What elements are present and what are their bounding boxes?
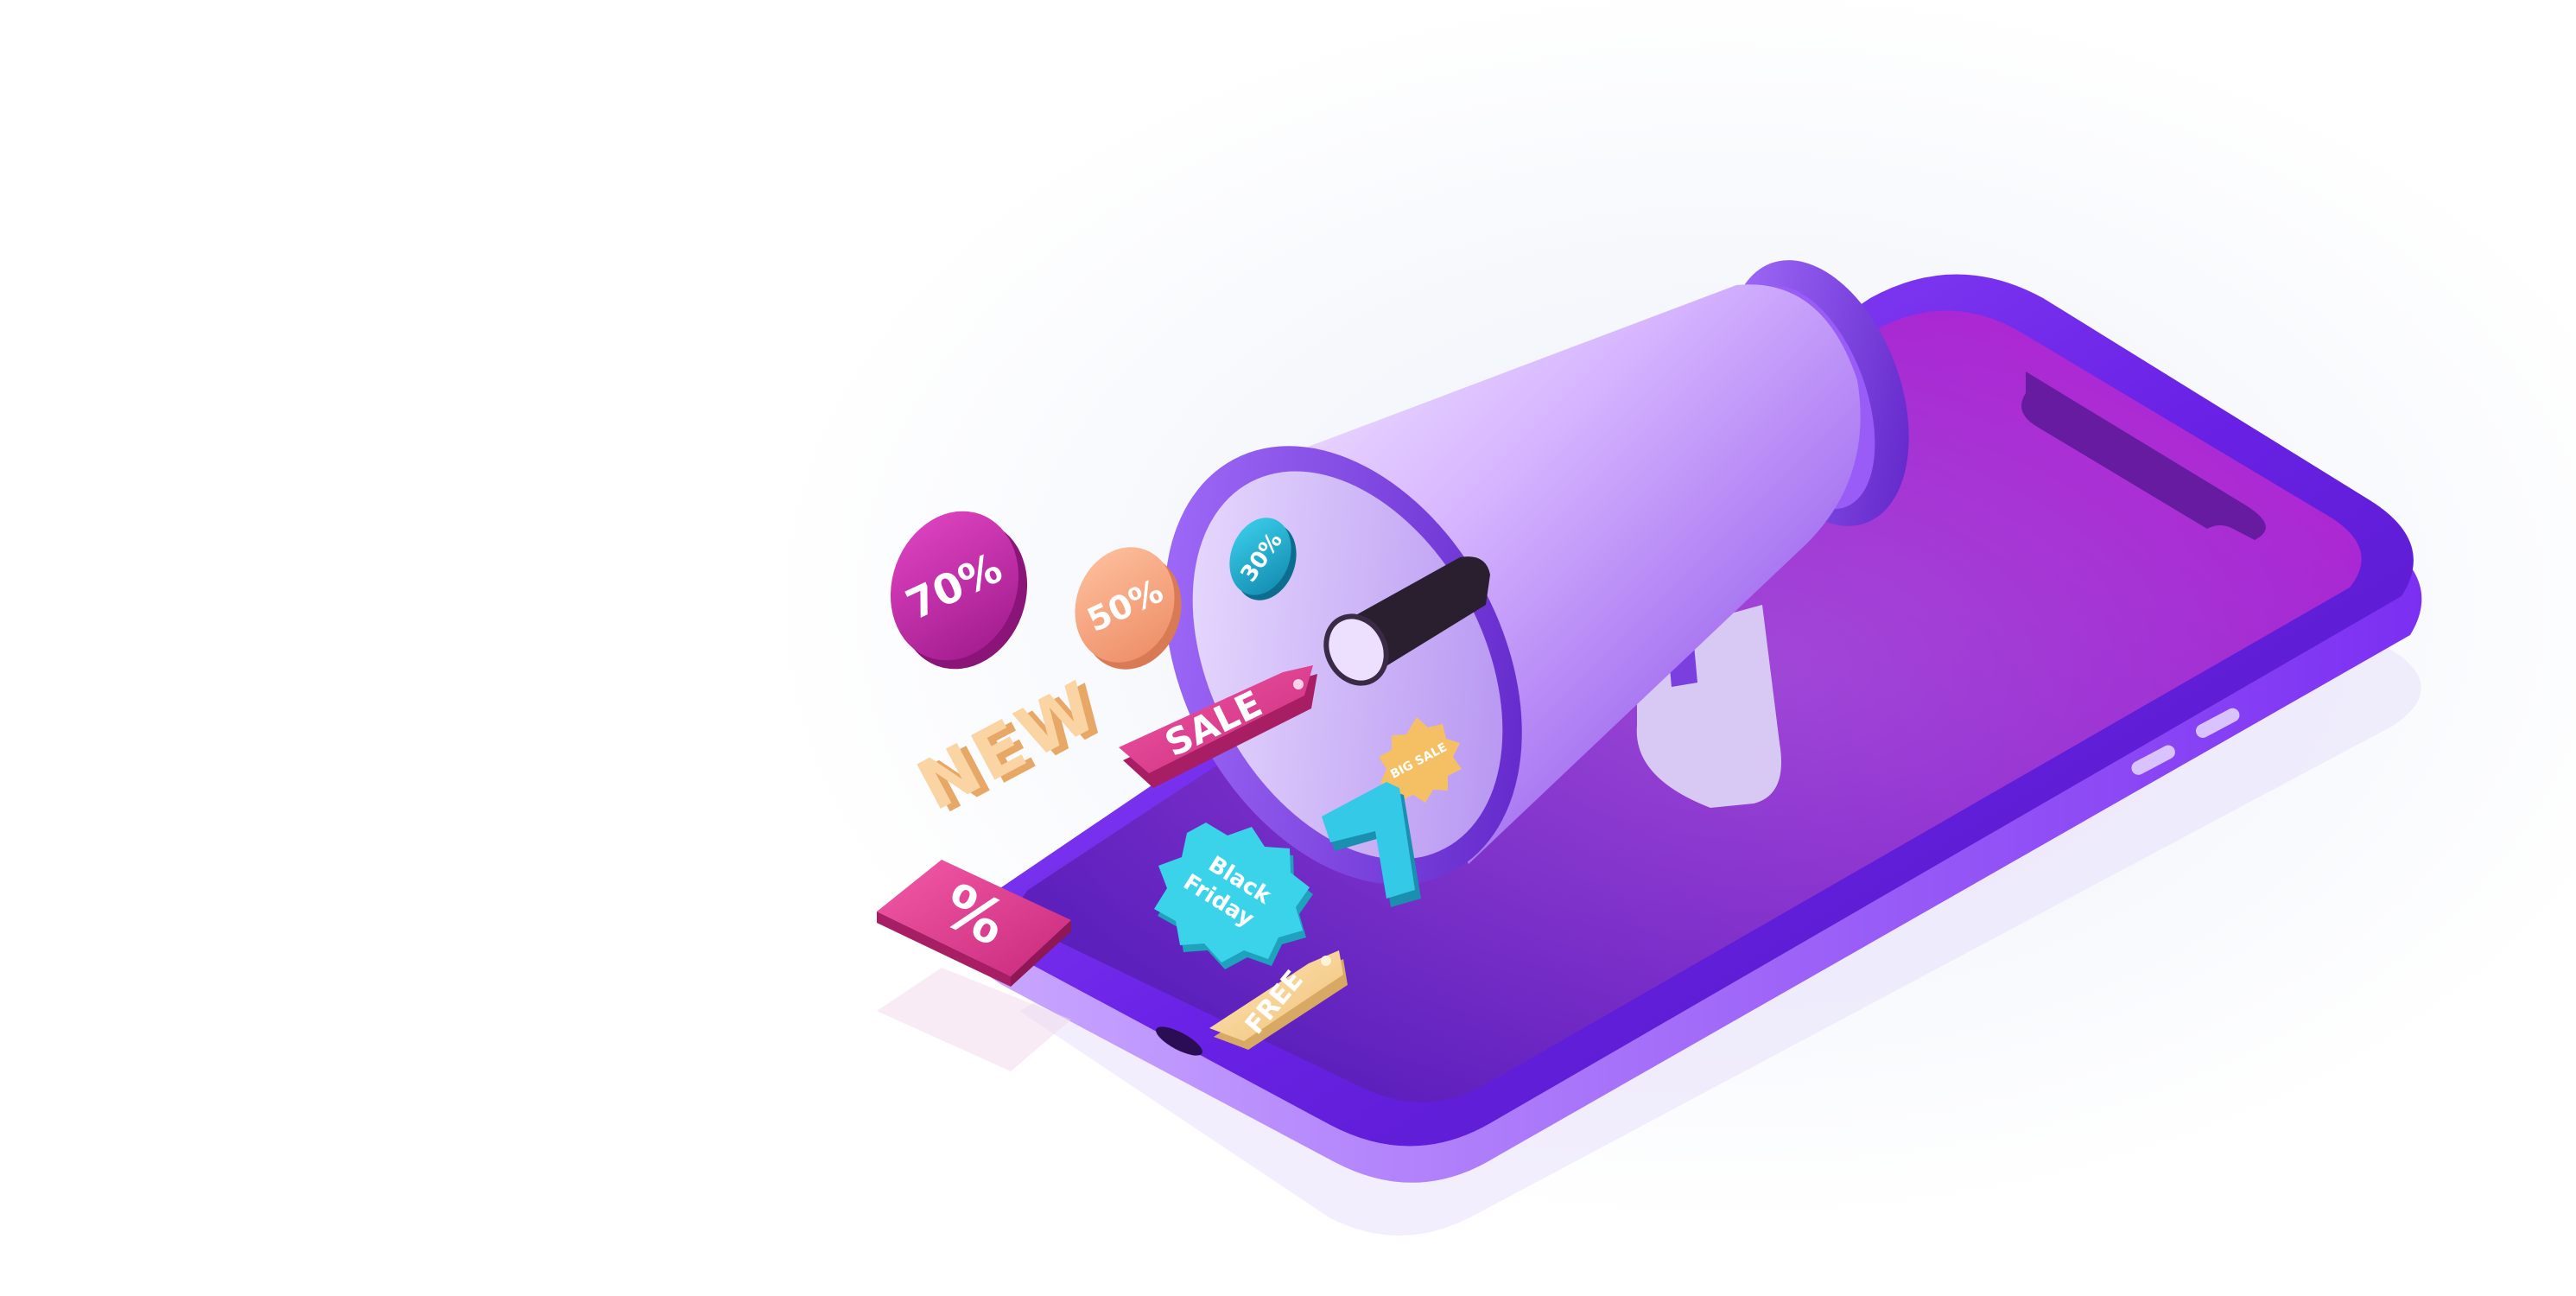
new-text: NEW NEW	[905, 665, 1121, 829]
new-label: NEW	[905, 665, 1113, 826]
coin-70-percent: 70%	[890, 511, 1028, 670]
illustration-stage: 70% 50% 30% NEW NEW SALE BIG SALE Black …	[0, 0, 2576, 1296]
isometric-marketing-scene: 70% 50% 30% NEW NEW SALE BIG SALE Black …	[877, 260, 2422, 1236]
